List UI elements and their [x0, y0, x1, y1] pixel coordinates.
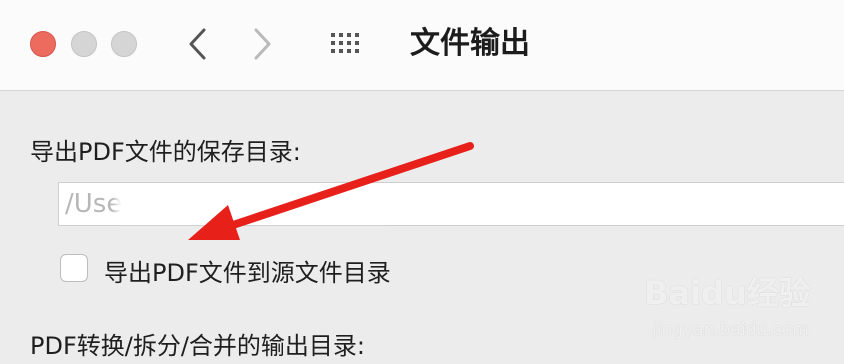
forward-button[interactable] — [248, 27, 278, 61]
back-button[interactable] — [184, 27, 214, 61]
redacted-path-overlay — [116, 190, 392, 220]
same-as-source-label[interactable]: 导出PDF文件到源文件目录 — [104, 253, 391, 288]
convert-output-directory-label: PDF转换/拆分/合并的输出目录: — [30, 332, 366, 360]
watermark-logo: Baidu经验 — [644, 274, 811, 312]
minimize-window-button[interactable] — [71, 31, 97, 57]
close-window-button[interactable] — [30, 31, 56, 57]
baidu-watermark: Baidu经验 jingyan.baidu.com — [644, 268, 834, 358]
same-as-source-checkbox[interactable] — [60, 254, 88, 282]
title-bar: 文件输出 — [0, 0, 844, 91]
forward-icon — [254, 28, 271, 60]
watermark-url: jingyan.baidu.com — [652, 320, 809, 340]
maximize-window-button[interactable] — [111, 31, 137, 57]
grid-icon — [331, 33, 359, 53]
back-icon — [189, 28, 206, 60]
window-title: 文件输出 — [410, 26, 530, 61]
grid-view-button[interactable] — [330, 31, 360, 55]
save-directory-label: 导出PDF文件的保存目录: — [30, 138, 301, 166]
